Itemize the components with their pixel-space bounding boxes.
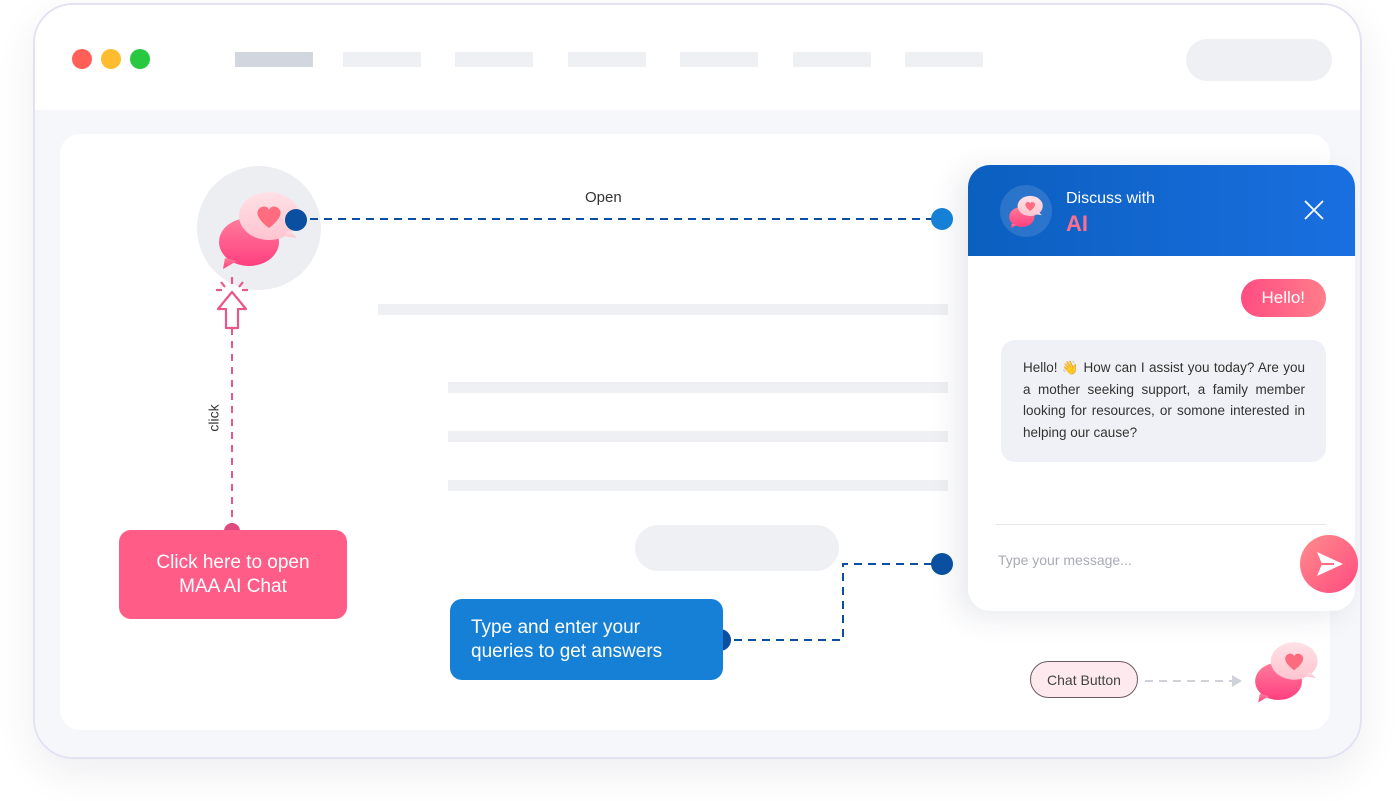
skeleton-line bbox=[448, 480, 948, 491]
skeleton-button bbox=[635, 525, 839, 571]
chat-launcher-button[interactable] bbox=[197, 166, 321, 290]
address-bar-placeholder[interactable] bbox=[1186, 39, 1332, 81]
window-maximize-button[interactable] bbox=[130, 49, 150, 69]
open-chat-callout[interactable]: Click here to open MAA AI Chat bbox=[119, 530, 347, 619]
chat-divider bbox=[996, 524, 1326, 525]
skeleton-line bbox=[378, 304, 948, 315]
callout-line: Click here to open bbox=[156, 551, 310, 573]
message-input[interactable] bbox=[996, 551, 1280, 569]
chat-header: Discuss with AI bbox=[968, 165, 1355, 256]
window-minimize-button[interactable] bbox=[101, 49, 121, 69]
close-icon[interactable] bbox=[1303, 199, 1325, 221]
chat-heart-icon bbox=[219, 192, 299, 269]
callout-line: MAA AI Chat bbox=[179, 575, 287, 597]
click-label: click bbox=[205, 404, 222, 432]
open-label: Open bbox=[585, 189, 622, 206]
chat-title: Discuss with bbox=[1066, 190, 1155, 207]
skeleton-line bbox=[448, 382, 948, 393]
nav-placeholder-1[interactable] bbox=[235, 52, 313, 67]
browser-toolbar bbox=[35, 5, 1360, 110]
bot-message-text: Hello! bbox=[1023, 360, 1062, 375]
chat-button-label: Chat Button bbox=[1030, 661, 1138, 698]
callout-line: queries to get answers bbox=[471, 640, 663, 662]
type-query-callout: Type and enter your queries to get answe… bbox=[450, 599, 723, 680]
user-message-bubble: Hello! bbox=[1240, 279, 1326, 317]
nav-placeholder-6[interactable] bbox=[793, 52, 871, 67]
chat-widget: Discuss with AI Hello! Hello! 👋 How can … bbox=[968, 165, 1355, 611]
chat-heart-icon bbox=[1009, 195, 1043, 229]
chat-avatar bbox=[1000, 185, 1052, 237]
waving-hand-icon: 👋 bbox=[1061, 360, 1080, 375]
send-icon bbox=[1317, 552, 1343, 576]
nav-placeholder-7[interactable] bbox=[905, 52, 983, 67]
nav-placeholder-2[interactable] bbox=[343, 52, 421, 67]
send-button[interactable] bbox=[1300, 535, 1358, 593]
bot-message-bubble: Hello! 👋 How can I assist you today? Are… bbox=[1001, 340, 1326, 462]
nav-placeholder-4[interactable] bbox=[568, 52, 646, 67]
skeleton-line bbox=[448, 431, 948, 442]
nav-placeholder-3[interactable] bbox=[455, 52, 533, 67]
chat-title-ai: AI bbox=[1066, 211, 1088, 236]
callout-line: Type and enter your bbox=[471, 616, 640, 638]
window-close-button[interactable] bbox=[72, 49, 92, 69]
nav-placeholder-5[interactable] bbox=[680, 52, 758, 67]
